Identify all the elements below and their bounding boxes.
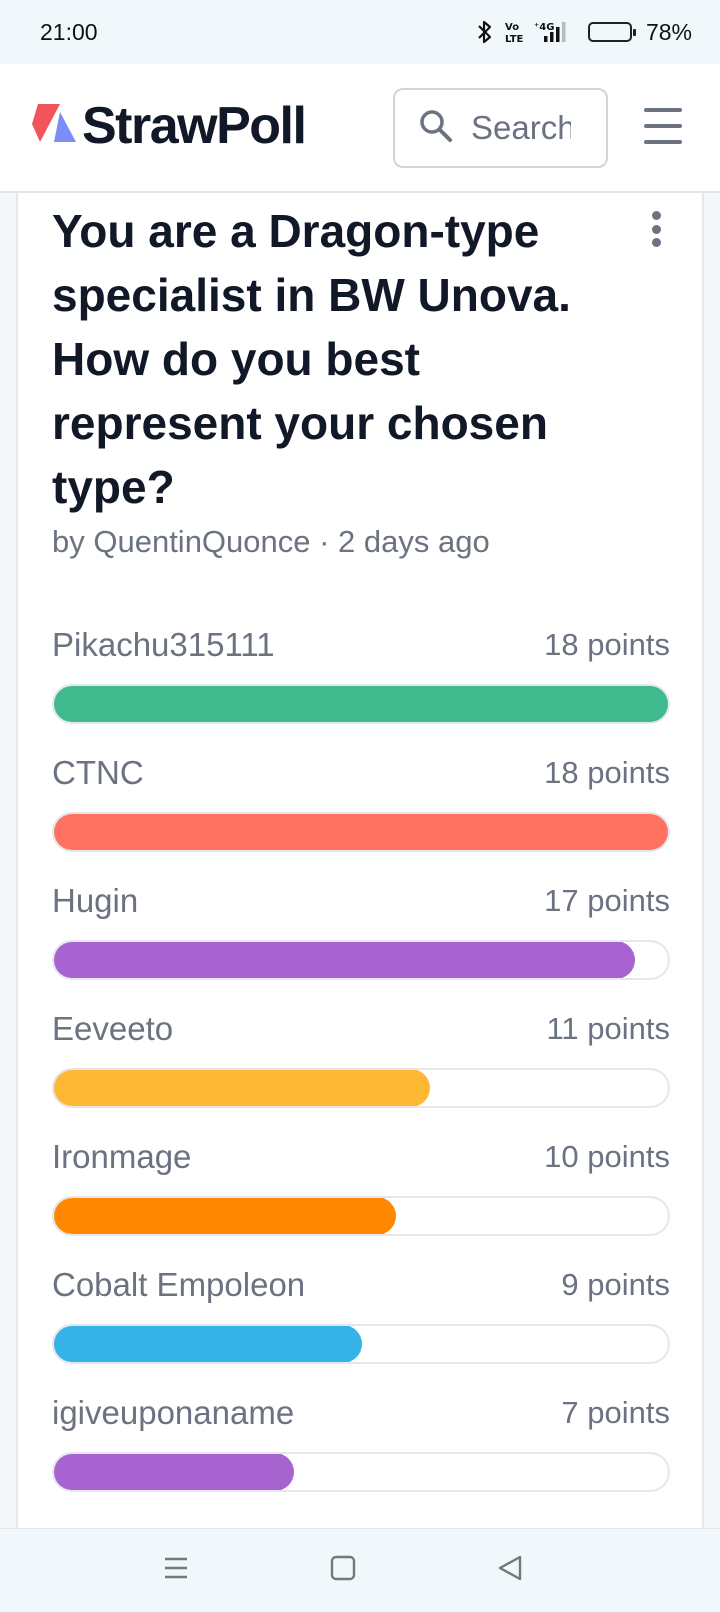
progress-bar-fill <box>54 1454 294 1490</box>
svg-text:LTE: LTE <box>505 34 524 45</box>
poll-option-name: Ironmage <box>52 1138 192 1175</box>
poll-option-points: 18 points <box>544 627 670 662</box>
poll-option-name: Cobalt Empoleon <box>52 1266 306 1303</box>
poll-result-row: CTNC 18 points <box>52 751 670 879</box>
search-icon <box>419 109 453 148</box>
poll-option-name: Pikachu315111 <box>52 626 275 663</box>
poll-meta: by QuentinQuonce · 2 days ago <box>52 524 490 559</box>
progress-bar-fill <box>54 942 635 978</box>
poll-result-header: CTNC 18 points <box>52 751 670 795</box>
svg-text:⁺4G: ⁺4G <box>534 22 554 33</box>
progress-bar-fill <box>54 1070 431 1106</box>
poll-option-name: igiveuponaname <box>52 1394 295 1431</box>
progress-bar-track <box>52 940 670 980</box>
poll-result-header: Cobalt Empoleon 9 points <box>52 1263 670 1307</box>
poll-option-points: 10 points <box>544 1139 670 1174</box>
more-options-icon[interactable] <box>650 211 662 247</box>
poll-result-row: Hugin 17 points <box>52 879 670 1007</box>
poll-option-points: 9 points <box>561 1267 670 1302</box>
poll-option-points: 18 points <box>544 755 670 790</box>
poll-card: You are a Dragon-type specialist in BW U… <box>16 193 704 1528</box>
progress-bar-fill <box>54 1326 362 1362</box>
progress-bar-fill <box>54 1198 397 1234</box>
poll-result-row: igiveuponaname 7 points <box>52 1391 670 1519</box>
progress-bar-track <box>52 1196 670 1236</box>
strawpoll-logo[interactable]: StrawPoll <box>30 97 307 155</box>
poll-result-header: igiveuponaname 7 points <box>52 1391 670 1435</box>
recent-apps-icon[interactable] <box>163 1553 189 1588</box>
poll-result-row: Pikachu315111 18 points <box>52 623 670 751</box>
poll-result-header: Pikachu315111 18 points <box>52 623 670 667</box>
poll-title: You are a Dragon-type specialist in BW U… <box>52 205 571 513</box>
poll-results: Pikachu315111 18 points CTNC 18 points Hugin… <box>52 623 670 1519</box>
status-time: 21:00 <box>40 18 98 45</box>
poll-result-row: Ironmage 10 points <box>52 1135 670 1263</box>
poll-option-name: CTNC <box>52 754 144 791</box>
poll-result-header: Ironmage 10 points <box>52 1135 670 1179</box>
search-box[interactable] <box>393 88 608 168</box>
back-icon[interactable] <box>496 1553 524 1588</box>
search-input[interactable] <box>471 109 571 147</box>
strawpoll-logo-mark-icon <box>30 102 78 150</box>
progress-bar-fill <box>54 814 668 850</box>
progress-bar-track <box>52 812 670 852</box>
hamburger-menu-icon[interactable] <box>644 108 682 144</box>
poll-result-header: Hugin 17 points <box>52 879 670 923</box>
bluetooth-icon <box>476 19 494 45</box>
poll-option-points: 17 points <box>544 883 670 918</box>
svg-text:Vo: Vo <box>505 22 519 33</box>
home-icon[interactable] <box>330 1553 356 1588</box>
volte-icon: Vo LTE <box>504 19 524 45</box>
status-icons: Vo LTE ⁺4G 78% <box>476 19 692 46</box>
poll-option-points: 11 points <box>546 1011 670 1046</box>
progress-bar-track <box>52 1452 670 1492</box>
poll-result-row: Eeveeto 11 points <box>52 1007 670 1135</box>
progress-bar-fill <box>54 686 668 722</box>
poll-result-row: Cobalt Empoleon 9 points <box>52 1263 670 1391</box>
poll-option-name: Eeveeto <box>52 1010 174 1047</box>
signal-4g-icon: ⁺4G <box>534 19 572 45</box>
progress-bar-track <box>52 684 670 724</box>
progress-bar-track <box>52 1068 670 1108</box>
logo-text: StrawPoll <box>82 97 307 155</box>
battery-percent: 78% <box>645 18 692 45</box>
poll-option-name: Hugin <box>52 882 139 919</box>
progress-bar-track <box>52 1324 670 1364</box>
site-header: StrawPoll <box>0 64 720 193</box>
poll-option-points: 7 points <box>561 1395 670 1430</box>
battery-icon <box>587 22 636 42</box>
status-bar: 21:00 Vo LTE ⁺4G 78% <box>0 0 720 64</box>
poll-result-header: Eeveeto 11 points <box>52 1007 670 1051</box>
system-navigation-bar <box>0 1528 720 1612</box>
